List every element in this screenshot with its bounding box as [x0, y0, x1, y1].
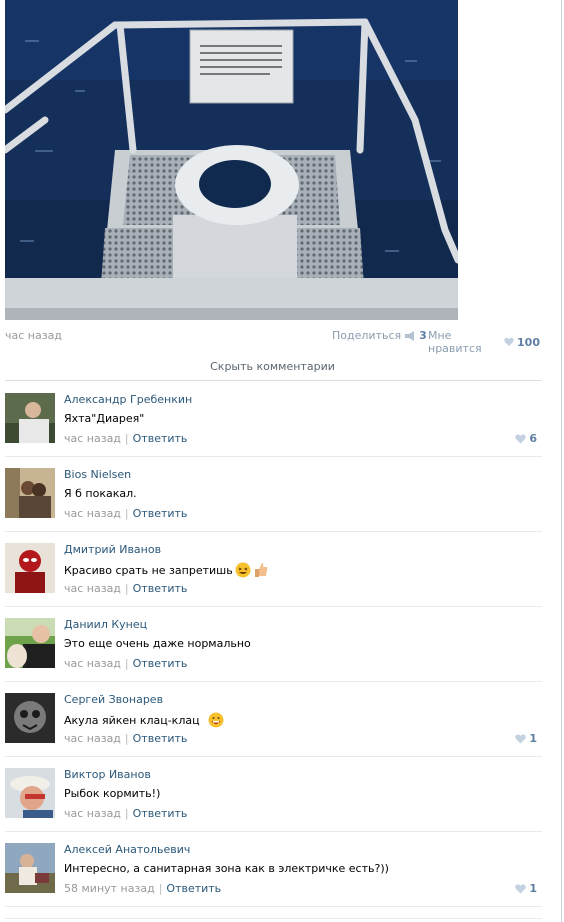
comment-info: час назад | Ответить	[64, 432, 187, 445]
comment-time[interactable]: 58 минут назад	[64, 882, 155, 895]
like-button[interactable]: Мне нравится 100	[428, 329, 540, 355]
avatar[interactable]	[5, 393, 55, 443]
separator: |	[124, 807, 129, 820]
post-meta: час назад Поделиться 3 Мне нравится 100	[5, 329, 540, 355]
comment-like-count: 1	[529, 882, 537, 895]
comment-author[interactable]: Сергей Звонарев	[64, 693, 163, 706]
comment-item: Bios Nielsen Я б покакал. час назад | Отве…	[5, 456, 542, 532]
comment-text: Я б покакал.	[64, 487, 137, 500]
comment-time[interactable]: час назад	[64, 432, 121, 445]
share-label: Поделиться	[332, 329, 402, 342]
reply-link[interactable]: Ответить	[133, 807, 188, 820]
comment-time[interactable]: час назад	[64, 507, 121, 520]
avatar[interactable]	[5, 768, 55, 818]
comment-text: Яхта"Диарея"	[64, 412, 145, 425]
avatar[interactable]	[5, 468, 55, 518]
grinning-emoji-icon	[208, 712, 224, 728]
share-button[interactable]: Поделиться 3	[332, 329, 427, 342]
comment-info: 58 минут назад | Ответить	[64, 882, 221, 895]
heart-icon	[504, 337, 514, 347]
reply-link[interactable]: Ответить	[133, 507, 188, 520]
separator: |	[124, 582, 129, 595]
comment-text: Акула яйкен клац-клац	[64, 713, 200, 727]
comment-author[interactable]: Дмитрий Иванов	[64, 543, 161, 556]
comment-like-count: 1	[529, 732, 537, 745]
comment-item: Дмитрий Иванов Красиво срать не запретиш…	[5, 531, 542, 607]
comment-author[interactable]: Виктор Иванов	[64, 768, 151, 781]
divider	[5, 918, 542, 919]
comment-text-row: Красиво срать не запретишь	[64, 562, 269, 578]
hide-comments-link[interactable]: Скрыть комментарии	[5, 354, 540, 380]
like-label: Мне нравится	[428, 329, 482, 355]
post-photo[interactable]	[5, 0, 458, 320]
comment-info: час назад | Ответить	[64, 732, 187, 745]
comment-time[interactable]: час назад	[64, 807, 121, 820]
comment-info: час назад | Ответить	[64, 807, 187, 820]
comment-item: Виктор Иванов Рыбок кормить!) час назад |…	[5, 756, 542, 832]
reply-link[interactable]: Ответить	[133, 582, 188, 595]
comment-time[interactable]: час назад	[64, 657, 121, 670]
comment-author[interactable]: Александр Гребенкин	[64, 393, 192, 406]
heart-icon	[515, 884, 527, 893]
comment-item: Александр Гребенкин Яхта"Диарея" час наз…	[5, 381, 542, 457]
comment-info: час назад | Ответить	[64, 582, 187, 595]
comment-info: час назад | Ответить	[64, 507, 187, 520]
comment-item: Даниил Кунец Это еще очень даже нормальн…	[5, 606, 542, 682]
heart-icon	[515, 734, 527, 743]
comment-time[interactable]: час назад	[64, 582, 121, 595]
comment-item: Алексей Анатольевич Интересно, а санитар…	[5, 831, 542, 907]
avatar[interactable]	[5, 543, 55, 593]
separator: |	[124, 657, 129, 670]
comment-like-button[interactable]: 1	[515, 882, 537, 895]
comment-time[interactable]: час назад	[64, 732, 121, 745]
share-count: 3	[419, 329, 427, 342]
avatar[interactable]	[5, 693, 55, 743]
comment-item: Сергей Звонарев Акула яйкен клац-клац ча…	[5, 681, 542, 757]
comment-info: час назад | Ответить	[64, 657, 187, 670]
page-right-border	[561, 0, 562, 922]
avatar[interactable]	[5, 618, 55, 668]
comment-text: Это еще очень даже нормально	[64, 637, 251, 650]
comment-author[interactable]: Даниил Кунец	[64, 618, 147, 631]
comment-text: Красиво срать не запретишь	[64, 563, 233, 577]
comment-author[interactable]: Алексей Анатольевич	[64, 843, 190, 856]
comment-like-button[interactable]: 6	[515, 432, 537, 445]
post-time[interactable]: час назад	[5, 329, 62, 342]
comment-text-row: Акула яйкен клац-клац	[64, 712, 224, 728]
comment-author[interactable]: Bios Nielsen	[64, 468, 131, 481]
heart-icon	[515, 434, 527, 443]
thumbs-up-emoji-icon	[254, 563, 268, 577]
separator: |	[124, 432, 129, 445]
reply-link[interactable]: Ответить	[133, 657, 188, 670]
like-count: 100	[517, 335, 540, 349]
separator: |	[158, 882, 163, 895]
reply-link[interactable]: Ответить	[166, 882, 221, 895]
megaphone-icon	[405, 330, 415, 341]
comment-text: Интересно, а санитарная зона как в элект…	[64, 862, 389, 875]
avatar[interactable]	[5, 843, 55, 893]
separator: |	[124, 507, 129, 520]
separator: |	[124, 732, 129, 745]
reply-link[interactable]: Ответить	[133, 432, 188, 445]
comment-like-count: 6	[529, 432, 537, 445]
reply-link[interactable]: Ответить	[133, 732, 188, 745]
comment-text: Рыбок кормить!)	[64, 787, 161, 800]
laughing-emoji-icon	[235, 562, 251, 578]
comment-like-button[interactable]: 1	[515, 732, 537, 745]
